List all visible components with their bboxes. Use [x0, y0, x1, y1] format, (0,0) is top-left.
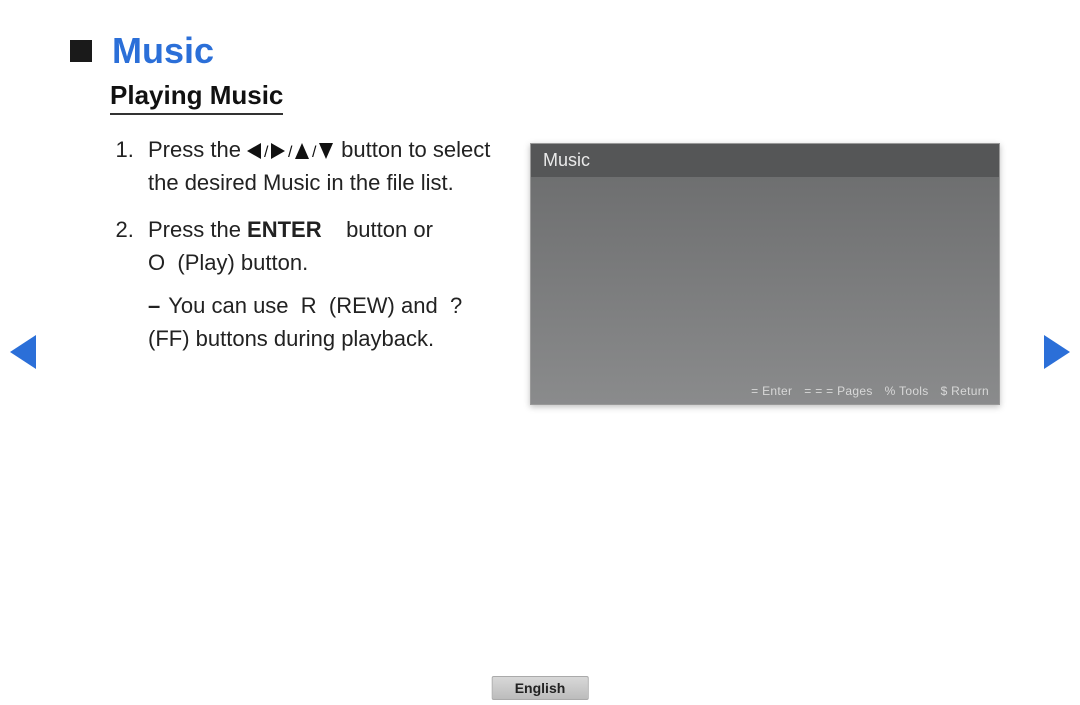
subnote-a: You can use [168, 293, 294, 318]
screenshot-footer: = Enter = = = Pages % Tools $ Return [541, 384, 989, 398]
step2-text-a: Press the [148, 217, 247, 242]
ff-symbol: ? [450, 293, 462, 318]
screenshot-title: Music [531, 144, 999, 177]
step2-text-b: button or [340, 217, 433, 242]
next-page-button[interactable] [1044, 335, 1070, 374]
square-bullet-icon [70, 40, 92, 62]
dash-bullet: – [148, 289, 160, 322]
subnote-b: (REW) and [323, 293, 444, 318]
tv-screenshot-panel: Music = Enter = = = Pages % Tools $ Return [530, 143, 1000, 405]
step-2: Press the ENTER button or O (Play) butto… [140, 213, 500, 355]
rew-symbol: R [301, 293, 317, 318]
instructions-column: Press the /// button to select the desir… [70, 133, 500, 369]
enter-label: ENTER [247, 217, 322, 242]
svg-text:/: / [288, 144, 293, 159]
svg-text:/: / [264, 144, 269, 159]
dpad-icons: / / / [247, 137, 335, 162]
prev-page-button[interactable] [10, 335, 36, 374]
footer-pages: = = = Pages [804, 384, 872, 398]
subnote-c: (FF) buttons during playback. [148, 326, 434, 351]
section-subtitle: Playing Music [110, 80, 283, 115]
svg-text:/: / [312, 144, 317, 159]
step1-text-a: Press the [148, 137, 247, 162]
step-1: Press the /// button to select the desir… [140, 133, 500, 199]
step2-text-c: (Play) button. [171, 250, 308, 275]
play-symbol: O [148, 250, 165, 275]
footer-return: $ Return [941, 384, 989, 398]
language-badge: English [492, 676, 589, 700]
footer-enter: = Enter [751, 384, 792, 398]
page-title: Music [112, 30, 214, 72]
footer-tools: % Tools [885, 384, 929, 398]
step-2-subnote: –You can use R (REW) and ? (FF) buttons … [148, 289, 500, 355]
